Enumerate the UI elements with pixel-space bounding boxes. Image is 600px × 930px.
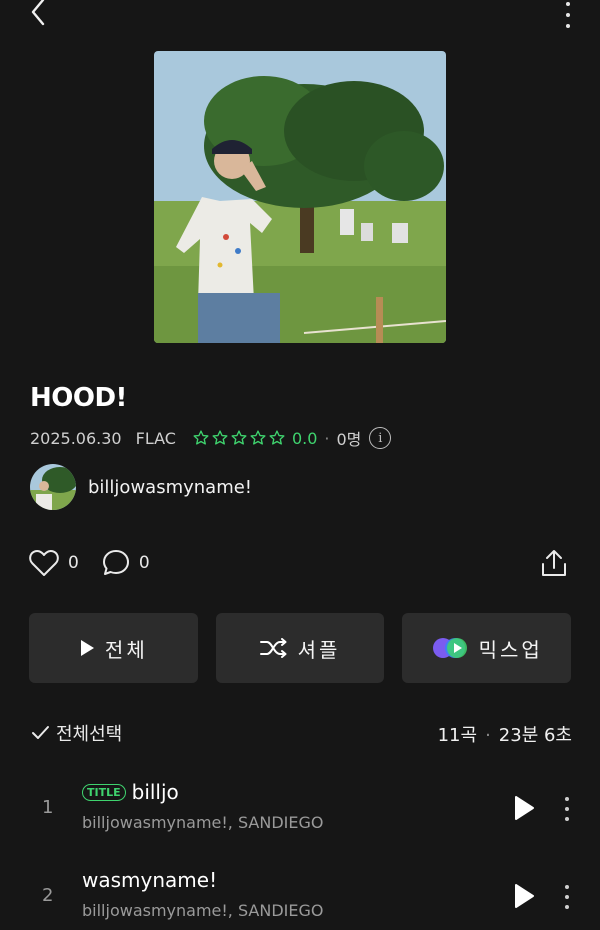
star-outline-icon [269,430,285,445]
play-icon [515,884,534,908]
social-row: 0 0 [28,546,572,580]
more-vertical-icon [565,885,569,889]
track-summary: 11곡 · 23분 6초 [437,725,572,746]
audio-format: FLAC [135,428,176,448]
back-button[interactable] [22,0,54,30]
album-cover-image [154,51,446,343]
like-count: 0 [68,553,79,573]
track-count: 11곡 [437,725,478,746]
checkmark-icon [32,726,49,739]
track-number: 1 [42,797,54,818]
top-bar [0,0,600,30]
rater-count: 0명 [336,430,362,449]
track-play-button[interactable] [512,795,536,821]
track-artist: billjowasmyname!, SANDIEGO [82,901,324,920]
action-buttons: 전체 셔플 믹스업 [29,613,572,683]
select-all-toggle[interactable]: 전체선택 [30,720,122,746]
mixup-button[interactable]: 믹스업 [402,613,572,683]
play-all-label: 전체 [104,637,148,662]
track-title: wasmyname! [82,868,218,892]
artist-row[interactable]: billjowasmyname! [30,464,252,510]
album-title: HOOD! [30,383,127,413]
comment-button[interactable]: 0 [101,548,150,578]
heart-icon [29,550,59,576]
star-outline-icon [231,430,247,445]
share-button[interactable] [540,548,568,582]
album-cover[interactable] [154,51,446,343]
play-icon [80,640,94,656]
like-button[interactable]: 0 [28,548,79,578]
track-row[interactable]: 2 wasmyname! billjowasmyname!, SANDIEGO [30,867,572,929]
select-all-label: 전체선택 [56,724,123,745]
track-list-header: 전체선택 11곡 · 23분 6초 [30,719,572,747]
play-icon [515,796,534,820]
mixup-icon [432,638,467,658]
artist-avatar [30,464,76,510]
release-date: 2025.06.30 [30,428,122,448]
shuffle-icon [259,638,287,658]
album-meta: 2025.06.30 FLAC 0.0 · 0명 i [30,426,392,450]
meta-separator: · [324,428,330,448]
star-outline-icon [193,430,209,445]
shuffle-label: 셔플 [297,637,341,662]
track-artist: billjowasmyname!, SANDIEGO [82,813,324,832]
rating-stars[interactable] [192,429,286,447]
track-row[interactable]: 1 TITLE billjo billjowasmyname!, SANDIEG… [30,779,572,841]
info-icon[interactable]: i [369,427,392,449]
chevron-left-icon [31,0,45,26]
track-more-button[interactable] [564,797,570,821]
play-all-button[interactable]: 전체 [29,613,198,683]
rating-value: 0.0 [291,428,318,448]
track-number: 2 [42,885,54,906]
more-vertical-icon [566,2,570,6]
shuffle-button[interactable]: 셔플 [215,613,385,683]
track-play-button[interactable] [512,883,536,909]
more-vertical-icon [565,797,569,801]
share-icon [542,550,566,576]
star-outline-icon [250,430,266,445]
mixup-label: 믹스업 [478,637,543,662]
total-duration: 23분 6초 [498,725,572,746]
artist-name: billjowasmyname! [88,476,253,498]
comment-count: 0 [138,553,150,573]
track-more-button[interactable] [564,885,570,909]
comment-icon [102,550,129,575]
more-options-button[interactable] [558,2,578,28]
star-outline-icon [212,430,228,445]
track-title: billjo [131,780,179,804]
title-track-badge: TITLE [82,783,126,801]
